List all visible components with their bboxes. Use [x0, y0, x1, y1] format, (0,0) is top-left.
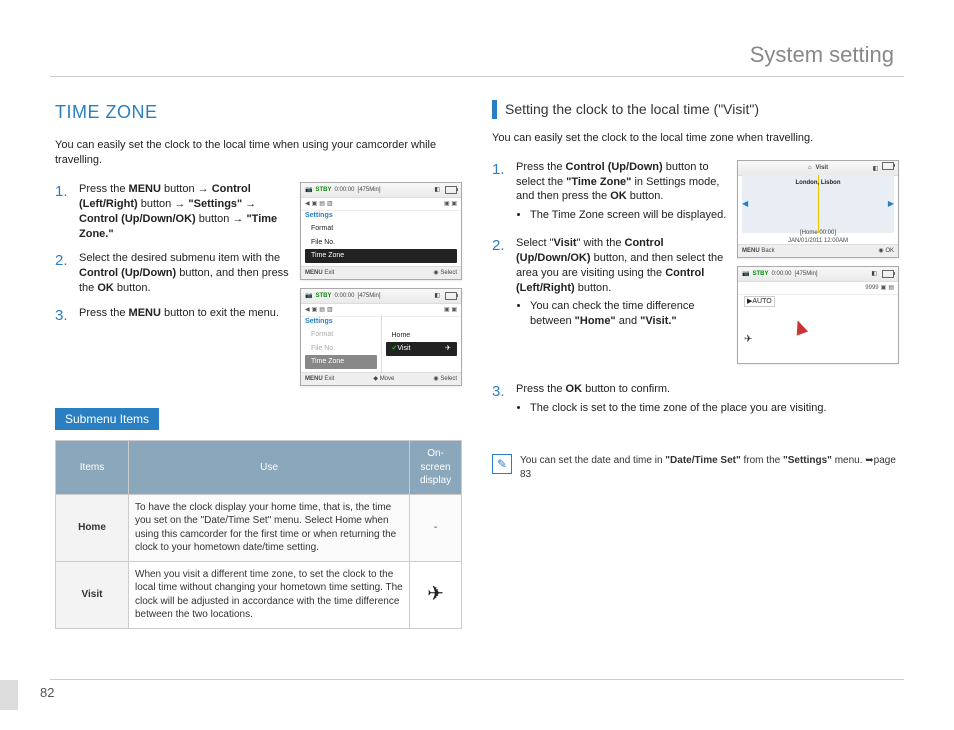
footer-rule — [50, 679, 904, 680]
left-intro: You can easily set the clock to the loca… — [55, 138, 462, 168]
section-title-timezone: TIME ZONE — [55, 100, 462, 124]
th-display: On-screen display — [410, 441, 462, 495]
lcd-group-right: ⌂ Visit ◧ London, Lisbon ◀ ▶ [Home 00:00… — [737, 160, 899, 372]
left-step-3: 3. Press the MENU button to exit the men… — [55, 306, 290, 326]
chevron-left-icon: ◀ — [742, 199, 748, 210]
chevron-right-icon: ▶ — [888, 199, 894, 210]
header-system-setting: System setting — [750, 42, 894, 68]
page-number: 82 — [40, 685, 54, 700]
right-subheading: Setting the clock to the local time ("Vi… — [492, 100, 899, 119]
right-step-2: 2. Select "Visit" with the Control (Up/D… — [492, 236, 727, 332]
lcd-group-left: 📷 STBY 0:00:00 [475Min] ◧ ◀▣▤▥▣ ▣ Settin… — [300, 182, 462, 394]
th-use: Use — [129, 441, 410, 495]
left-step-2: 2. Select the desired submenu item with … — [55, 251, 290, 296]
content-columns: TIME ZONE You can easily set the clock t… — [55, 100, 899, 680]
note-icon: ✎ — [492, 454, 512, 474]
table-row: Home To have the clock display your home… — [56, 494, 462, 561]
th-items: Items — [56, 441, 129, 495]
lcd-screen-map: ⌂ Visit ◧ London, Lisbon ◀ ▶ [Home 00:00… — [737, 160, 899, 258]
note-box: ✎ You can set the date and time in "Date… — [492, 454, 899, 481]
right-column: Setting the clock to the local time ("Vi… — [492, 100, 899, 680]
right-step-3: 3. Press the OK button to confirm. The c… — [492, 382, 899, 419]
left-step-1: 1. Press the MENU button → Control (Left… — [55, 182, 290, 241]
submenu-heading: Submenu Items — [55, 408, 159, 430]
header-rule — [50, 76, 904, 77]
location-pin-icon — [792, 318, 808, 335]
right-step-1: 1. Press the Control (Up/Down) button to… — [492, 160, 727, 226]
table-row: Visit When you visit a different time zo… — [56, 561, 462, 628]
plane-icon: ✈ — [427, 583, 444, 605]
submenu-table: Items Use On-screen display Home To have… — [55, 440, 462, 629]
lcd-screen-2: 📷 STBY 0:00:00 [475Min] ◧ ◀▣▤▥▣ ▣ Settin… — [300, 288, 462, 386]
plane-icon: ✈ — [744, 333, 752, 347]
lcd-screen-pin: 📷 STBY 0:00:00 [475Min] ◧ 9999 ▣ ▤ ▶AUTO… — [737, 266, 899, 364]
right-intro: You can easily set the clock to the loca… — [492, 131, 899, 146]
left-column: TIME ZONE You can easily set the clock t… — [55, 100, 462, 680]
page-tab — [0, 680, 18, 710]
lcd-screen-1: 📷 STBY 0:00:00 [475Min] ◧ ◀▣▤▥▣ ▣ Settin… — [300, 182, 462, 280]
manual-page: System setting TIME ZONE You can easily … — [0, 0, 954, 730]
